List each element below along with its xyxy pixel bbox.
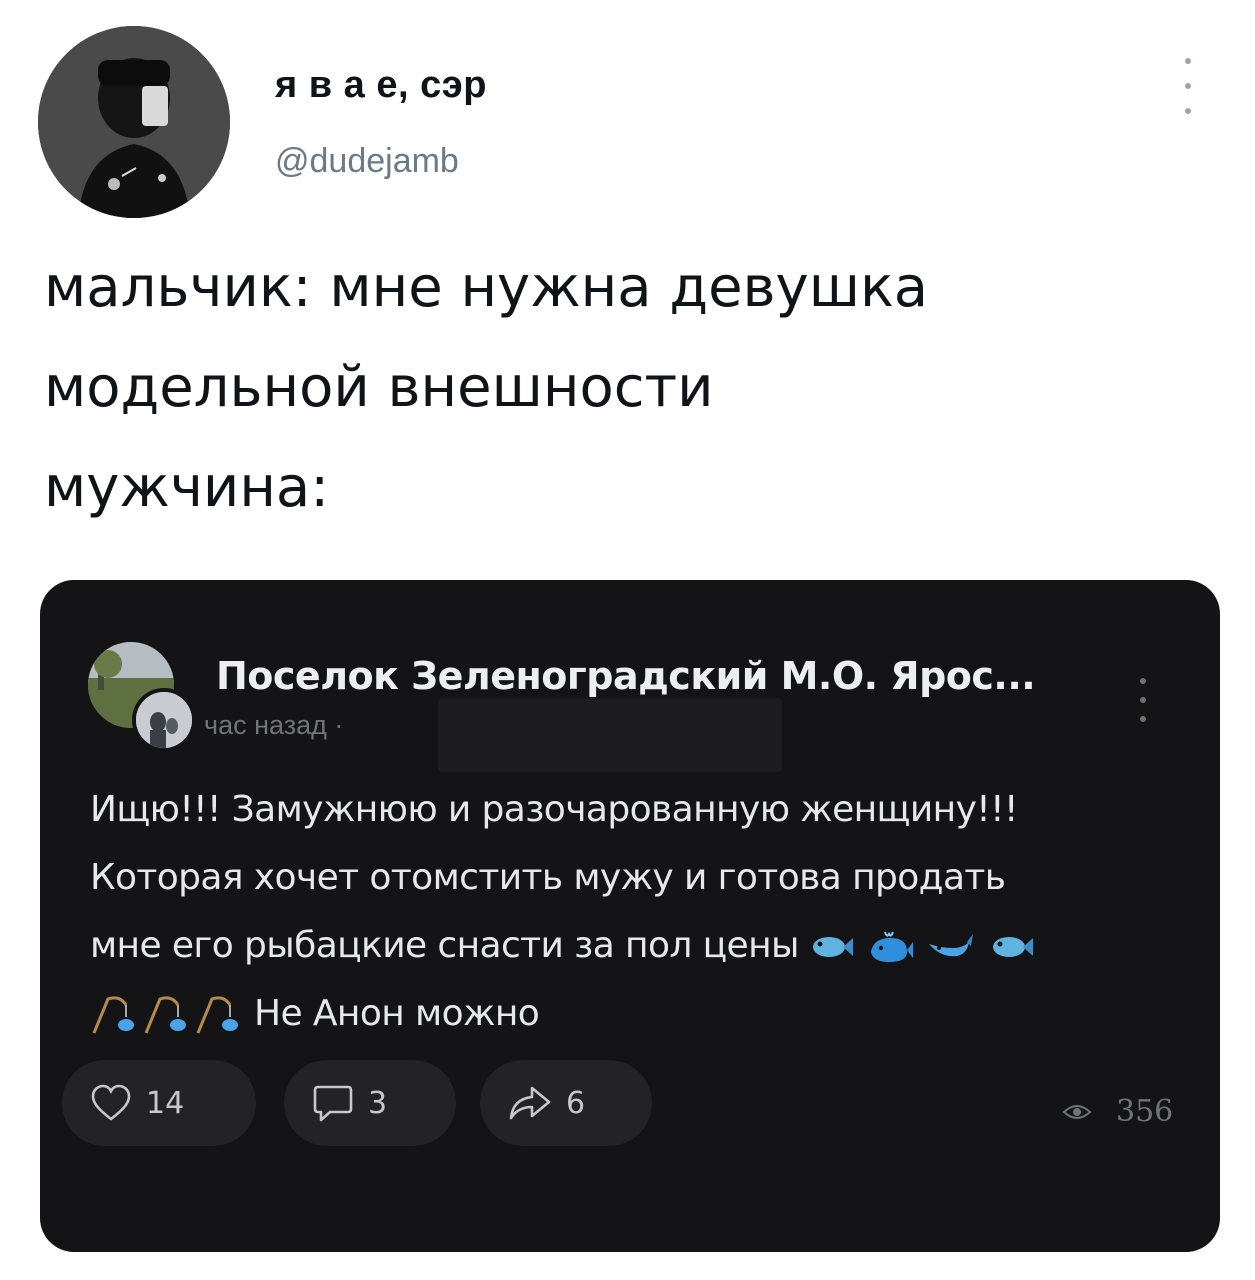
heart-icon [91, 1084, 131, 1121]
post-body: Ищю!!! Замужнюю и разочарованную женщину… [90, 776, 1200, 1048]
comment-count: 3 [368, 1085, 388, 1121]
tweet-text-line: мужчина: [44, 455, 330, 520]
author-handle[interactable]: @dudejamb [275, 142, 459, 181]
tweet: я в а е, сэр @dudejamb мальчик: мне нужн… [0, 0, 1255, 1280]
post-body-line: Которая хочет отомстить мужу и готова пр… [90, 857, 1006, 898]
whale-icon [870, 931, 913, 962]
group-name[interactable]: Поселок Зеленоградский М.О. Ярос... [216, 654, 1036, 698]
share-arrow-icon [509, 1086, 551, 1120]
emoji-group [90, 995, 240, 1035]
post-body-line: Не Анон можно [254, 993, 540, 1034]
post-more-icon[interactable] [1136, 678, 1150, 722]
fishing-pole-icon [144, 996, 186, 1034]
fishing-pole-icon [92, 996, 134, 1034]
views-counter: 356 [1062, 1094, 1173, 1129]
more-options-icon[interactable] [1178, 58, 1198, 114]
post-body-line-3: мне его рыбацкие снасти за пол цены [90, 912, 1200, 980]
post-time: час назад · [204, 710, 344, 740]
redacted-area [438, 698, 782, 772]
author-avatar[interactable] [38, 26, 230, 218]
fishing-pole-icon [196, 996, 238, 1034]
author-display-name[interactable]: я в а е, сэр [275, 64, 487, 107]
views-count: 356 [1116, 1094, 1174, 1129]
share-count: 6 [566, 1085, 586, 1121]
post-body-line: Ищю!!! Замужнюю и разочарованную женщину… [90, 789, 1018, 830]
post-body-line-4: Не Анон можно [90, 980, 1200, 1048]
like-button[interactable]: 14 [62, 1060, 256, 1146]
comment-button[interactable]: 3 [284, 1060, 456, 1146]
tweet-text-line: модельной внешности [44, 355, 714, 420]
post-body-line: мне его рыбацкие снасти за пол цены [90, 925, 799, 966]
avatar-image [38, 26, 230, 218]
tweet-text-line: мальчик: мне нужна девушка [44, 255, 929, 320]
whale-icon [928, 934, 973, 957]
eye-icon [1062, 1104, 1092, 1119]
embedded-post-image[interactable]: Поселок Зеленоградский М.О. Ярос... час … [40, 580, 1220, 1252]
emoji-group [807, 930, 1033, 964]
tweet-text: мальчик: мне нужна девушка модельной вне… [44, 238, 1224, 538]
poster-avatar [132, 688, 196, 752]
fish-icon [992, 937, 1033, 957]
like-count: 14 [146, 1085, 185, 1121]
fish-icon [812, 937, 853, 957]
share-button[interactable]: 6 [480, 1060, 652, 1146]
comment-icon [313, 1085, 353, 1122]
